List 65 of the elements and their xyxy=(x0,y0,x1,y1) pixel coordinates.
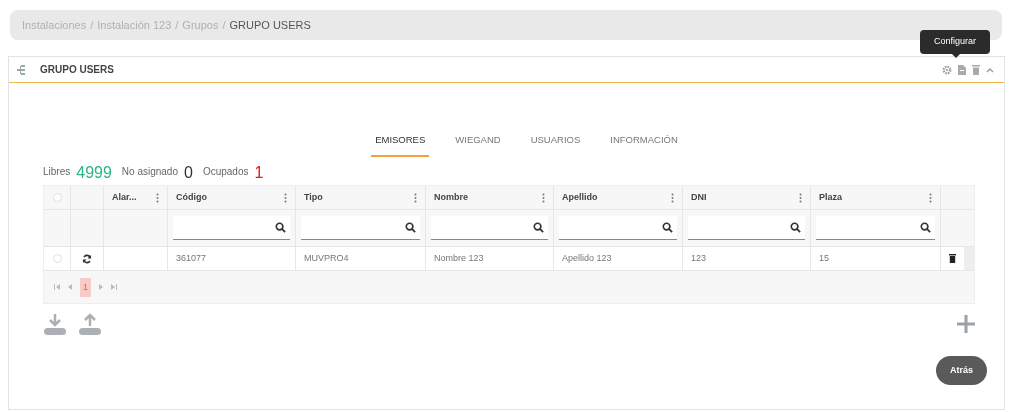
filter-field[interactable] xyxy=(301,216,420,241)
search-icon xyxy=(533,222,544,234)
column-header[interactable]: Nombre xyxy=(434,191,468,205)
upload-icon[interactable] xyxy=(78,312,102,337)
breadcrumb-separator: / xyxy=(175,17,179,33)
search-icon xyxy=(920,222,931,234)
column-menu-icon[interactable] xyxy=(929,192,932,203)
column-menu-icon[interactable] xyxy=(671,192,674,203)
filter-field[interactable] xyxy=(559,216,677,241)
back-button[interactable]: Atrás xyxy=(936,356,987,386)
breadcrumb-separator: / xyxy=(90,17,94,33)
tab[interactable]: USUARIOS xyxy=(526,133,585,158)
document-icon[interactable] xyxy=(958,64,966,75)
column-menu-icon[interactable] xyxy=(542,192,545,203)
column-header[interactable]: Alar... xyxy=(112,191,137,205)
breadcrumb-current: GRUPO USERS xyxy=(229,17,311,33)
search-icon xyxy=(405,222,416,234)
table-cell-text: Nombre 123 xyxy=(434,252,484,265)
column-header[interactable]: DNI xyxy=(691,191,707,205)
filter-field[interactable] xyxy=(816,216,935,241)
column-header[interactable]: Apellido xyxy=(562,191,598,205)
table-cell-text: Apellido 123 xyxy=(562,252,612,265)
previous-page-icon[interactable] xyxy=(68,284,72,291)
counter-label: Libres xyxy=(43,165,71,180)
column-header[interactable]: Código xyxy=(176,191,207,205)
download-icon[interactable] xyxy=(43,312,67,337)
column-header[interactable]: Plaza xyxy=(819,191,842,205)
counter-value: 4999 xyxy=(76,165,112,182)
filter-field[interactable] xyxy=(688,216,805,241)
row-checkbox[interactable] xyxy=(52,254,62,264)
trash-icon[interactable] xyxy=(949,254,956,264)
next-page-icon[interactable] xyxy=(99,284,103,291)
column-header[interactable]: Tipo xyxy=(304,191,323,205)
column-menu-icon[interactable] xyxy=(799,192,802,203)
scrollbar[interactable] xyxy=(964,247,974,271)
select-all-checkbox[interactable] xyxy=(52,193,62,203)
add-icon[interactable] xyxy=(957,315,975,334)
first-page-icon[interactable] xyxy=(54,284,60,291)
search-icon xyxy=(662,222,673,234)
counter-value: 0 xyxy=(184,165,193,182)
tab[interactable]: INFORMACIÓN xyxy=(606,133,682,158)
sync-icon[interactable] xyxy=(82,253,92,264)
breadcrumb-separator: / xyxy=(222,17,226,33)
filter-field[interactable] xyxy=(431,216,548,241)
column-menu-icon[interactable] xyxy=(156,192,159,203)
settings-icon[interactable] xyxy=(942,64,952,75)
tree-icon xyxy=(17,64,25,75)
table-cell-text: 123 xyxy=(691,252,707,265)
last-page-icon[interactable] xyxy=(111,284,117,291)
column-menu-icon[interactable] xyxy=(414,192,417,203)
column-menu-icon[interactable] xyxy=(284,192,287,203)
search-icon xyxy=(790,222,801,234)
counter-label: No asignado xyxy=(121,165,178,180)
counter-label: Ocupados xyxy=(202,165,249,180)
counter-value: 1 xyxy=(254,165,264,182)
table-cell-text: 15 xyxy=(819,252,829,265)
panel-title: GRUPO USERS xyxy=(40,63,114,77)
tab[interactable]: WIEGAND xyxy=(451,133,505,158)
search-icon xyxy=(275,222,286,234)
tooltip: Configurar xyxy=(920,30,990,54)
table-cell-text: MUVPRO4 xyxy=(304,252,349,265)
filter-field[interactable] xyxy=(173,216,290,241)
tab[interactable]: EMISORES xyxy=(371,133,430,158)
table-cell-text: 361077 xyxy=(176,252,207,265)
collapse-icon[interactable] xyxy=(986,66,994,73)
